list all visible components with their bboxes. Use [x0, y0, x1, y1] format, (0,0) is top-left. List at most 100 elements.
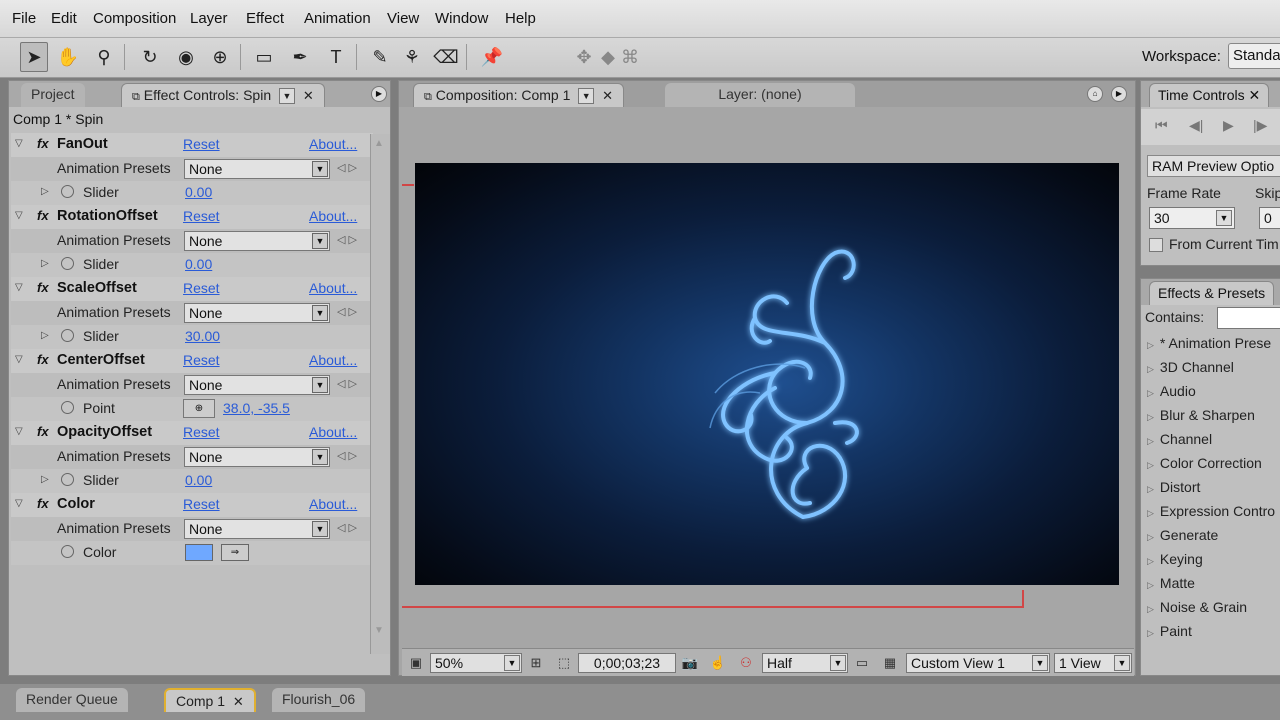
expand-triangle-icon[interactable]: ▷ — [1147, 484, 1154, 494]
effect-category-item[interactable]: ▷ Noise & Grain — [1147, 599, 1247, 615]
grid-icon[interactable]: ⊞ — [526, 653, 546, 673]
play-icon[interactable]: ▶ — [1223, 117, 1234, 134]
effect-row[interactable]: ▽ fx OpacityOffset Reset About... — [11, 421, 373, 445]
effects-search-input[interactable] — [1217, 307, 1280, 329]
color-swatch[interactable] — [185, 544, 213, 561]
close-icon[interactable]: ✕ — [233, 694, 244, 709]
expand-triangle-icon[interactable]: ▷ — [41, 258, 49, 269]
eyedropper-icon[interactable]: ⇒ — [221, 544, 249, 561]
menu-help[interactable]: Help — [505, 10, 536, 27]
menu-effect[interactable]: Effect — [246, 10, 284, 27]
effect-category-item[interactable]: ▷ Paint — [1147, 623, 1192, 639]
property-value[interactable]: 30.00 — [185, 328, 220, 344]
chevron-down-icon[interactable]: ▼ — [578, 88, 595, 105]
property-value[interactable]: 0.00 — [185, 256, 212, 272]
pen-tool-icon[interactable]: ✒ — [286, 42, 314, 72]
menu-view[interactable]: View — [387, 10, 419, 27]
text-tool-icon[interactable]: T — [322, 42, 350, 72]
transparency-grid-icon[interactable]: ▦ — [880, 653, 900, 673]
stopwatch-icon[interactable] — [61, 401, 74, 414]
expand-triangle-icon[interactable]: ▷ — [1147, 580, 1154, 590]
rotate-tool-icon[interactable]: ↻ — [136, 42, 164, 72]
expand-triangle-icon[interactable]: ▷ — [41, 330, 49, 341]
tab-render-queue[interactable]: Render Queue — [16, 688, 128, 712]
scroll-down-icon[interactable]: ▼ — [374, 625, 384, 636]
fx-toggle-icon[interactable]: fx — [37, 496, 49, 511]
close-icon[interactable]: ✕ — [303, 88, 314, 103]
pan-behind-tool-icon[interactable]: ⊕ — [206, 42, 234, 72]
animation-presets-select[interactable]: None ▼ — [184, 447, 330, 467]
clone-stamp-tool-icon[interactable]: ⚘ — [398, 42, 426, 72]
frame-rate-select[interactable]: 30 ▼ — [1149, 207, 1235, 229]
scroll-up-icon[interactable]: ▲ — [374, 138, 384, 149]
animation-presets-select[interactable]: None ▼ — [184, 303, 330, 323]
composition-viewer[interactable] — [415, 163, 1119, 585]
tab-flourish[interactable]: Flourish_06 — [272, 688, 366, 712]
tab-comp-1[interactable]: Comp 1 ✕ — [164, 688, 256, 712]
property-value[interactable]: 0.00 — [185, 472, 212, 488]
effect-category-item[interactable]: ▷ Generate — [1147, 527, 1218, 543]
effect-category-item[interactable]: ▷ 3D Channel — [1147, 359, 1234, 375]
stopwatch-icon[interactable] — [61, 473, 74, 486]
expand-triangle-icon[interactable]: ▷ — [1147, 460, 1154, 470]
tab-time-controls[interactable]: Time Controls ✕ — [1149, 83, 1270, 107]
previous-frame-icon[interactable]: ◀| — [1189, 117, 1203, 134]
chevron-down-icon[interactable]: ▼ — [312, 161, 328, 177]
camera-tool-icon[interactable]: ◉ — [172, 42, 200, 72]
chevron-down-icon[interactable]: ▼ — [312, 521, 328, 537]
snapshot-icon[interactable]: 📷 — [680, 653, 700, 673]
expand-triangle-icon[interactable]: ▽ — [15, 426, 23, 437]
tab-effects-presets[interactable]: Effects & Presets — [1149, 281, 1275, 305]
fx-toggle-icon[interactable]: fx — [37, 352, 49, 367]
panel-menu-icon[interactable]: ▶ — [371, 86, 387, 102]
chevron-down-icon[interactable]: ▼ — [1032, 655, 1048, 671]
preset-nav-arrows-icon[interactable]: ◁▷ — [337, 233, 360, 246]
stopwatch-icon[interactable] — [61, 329, 74, 342]
expand-triangle-icon[interactable]: ▽ — [15, 210, 23, 221]
preset-nav-arrows-icon[interactable]: ◁▷ — [337, 449, 360, 462]
reset-link[interactable]: Reset — [183, 280, 220, 296]
hand-tool-icon[interactable]: ✋ — [54, 42, 82, 72]
stopwatch-icon[interactable] — [61, 185, 74, 198]
effect-category-item[interactable]: ▷ Keying — [1147, 551, 1203, 567]
about-link[interactable]: About... — [309, 208, 357, 224]
chevron-down-icon[interactable]: ▼ — [312, 305, 328, 321]
effect-row[interactable]: ▽ fx ScaleOffset Reset About... — [11, 277, 373, 301]
fx-toggle-icon[interactable]: fx — [37, 424, 49, 439]
expand-triangle-icon[interactable]: ▽ — [15, 282, 23, 293]
effect-row[interactable]: ▽ fx CenterOffset Reset About... — [11, 349, 373, 373]
effect-category-item[interactable]: ▷ * Animation Prese — [1147, 335, 1271, 351]
effect-row[interactable]: ▽ fx RotationOffset Reset About... — [11, 205, 373, 229]
effect-category-item[interactable]: ▷ Color Correction — [1147, 455, 1262, 471]
menu-edit[interactable]: Edit — [51, 10, 77, 27]
preset-nav-arrows-icon[interactable]: ◁▷ — [337, 521, 360, 534]
animation-presets-select[interactable]: None ▼ — [184, 159, 330, 179]
view-layout-select[interactable]: 1 View ▼ — [1054, 653, 1132, 673]
effect-row[interactable]: ▽ fx FanOut Reset About... — [11, 133, 373, 157]
current-time-field[interactable]: 0;00;03;23 — [578, 653, 676, 673]
tab-layer[interactable]: Layer: (none) — [665, 83, 855, 107]
chevron-down-icon[interactable]: ▼ — [830, 655, 846, 671]
stopwatch-icon[interactable] — [61, 257, 74, 270]
about-link[interactable]: About... — [309, 352, 357, 368]
effect-category-item[interactable]: ▷ Channel — [1147, 431, 1212, 447]
menu-composition[interactable]: Composition — [93, 10, 176, 27]
chevron-down-icon[interactable]: ▼ — [312, 449, 328, 465]
expand-triangle-icon[interactable]: ▽ — [15, 354, 23, 365]
first-frame-icon[interactable]: ⏮ — [1155, 117, 1168, 134]
expand-triangle-icon[interactable]: ▽ — [15, 138, 23, 149]
zoom-tool-icon[interactable]: ⚲ — [90, 42, 118, 72]
animation-presets-select[interactable]: None ▼ — [184, 231, 330, 251]
reset-link[interactable]: Reset — [183, 424, 220, 440]
menu-window[interactable]: Window — [435, 10, 488, 27]
menu-animation[interactable]: Animation — [304, 10, 371, 27]
workspace-select[interactable]: Standa — [1228, 43, 1280, 69]
eraser-tool-icon[interactable]: ⌫ — [432, 42, 460, 72]
reset-link[interactable]: Reset — [183, 496, 220, 512]
property-value[interactable]: 0.00 — [185, 184, 212, 200]
reset-link[interactable]: Reset — [183, 208, 220, 224]
fx-toggle-icon[interactable]: fx — [37, 208, 49, 223]
effect-controls-scrollbar[interactable]: ▲ ▼ — [370, 134, 390, 654]
menu-file[interactable]: File — [12, 10, 36, 27]
animation-presets-select[interactable]: None ▼ — [184, 375, 330, 395]
